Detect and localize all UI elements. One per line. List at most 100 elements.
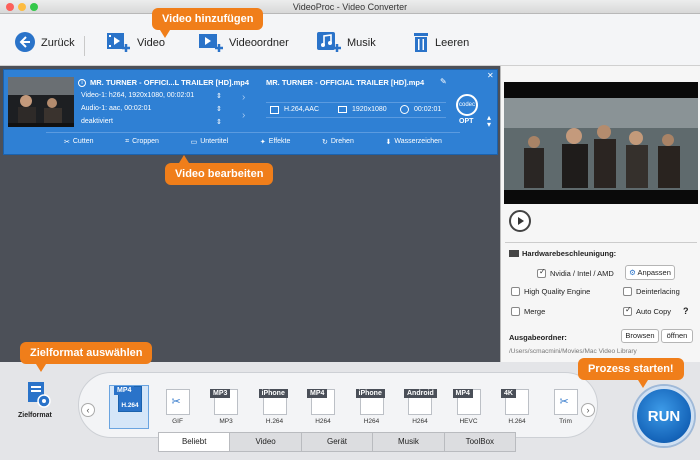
subtitle-track-dropdown-icon[interactable]: ⇕ [216, 118, 222, 126]
watermark-button[interactable]: ⬇ Wasserzeichen [385, 138, 441, 146]
format-tile[interactable]: MP4 H264 [303, 389, 343, 429]
tab-toolbox[interactable]: ToolBox [444, 432, 517, 452]
format-tile[interactable]: ✂ GIF [158, 389, 198, 429]
format-tag: MP4 [307, 389, 328, 398]
target-format-icon[interactable] [24, 380, 52, 410]
move-updown-icon[interactable]: ▴ ▾ [487, 114, 491, 129]
format-label: H.264 [121, 402, 139, 409]
merge-checkbox-box[interactable] [511, 307, 520, 316]
audio-track-info[interactable]: Audio-1: aac, 00:02:01 [81, 105, 151, 112]
high-quality-checkbox[interactable]: High Quality Engine [511, 287, 590, 296]
format-tile[interactable]: MP4 H.264 [109, 385, 149, 429]
format-tag: MP4 [114, 386, 135, 395]
callout-edit-video-text: Video bearbeiten [175, 168, 264, 180]
video-track-dropdown-icon[interactable]: ⇕ [216, 92, 222, 100]
callout-start-process: Prozess starten! [578, 358, 684, 388]
rotate-icon: ↻ [322, 138, 328, 146]
window-title: VideoProc - Video Converter [292, 2, 408, 12]
remove-file-close-icon[interactable]: ✕ [487, 71, 494, 80]
magic-wand-icon: ✦ [259, 138, 266, 146]
film-icon [270, 106, 279, 114]
format-label: Trim [559, 418, 572, 425]
format-label: H.264 [265, 418, 284, 425]
help-icon[interactable]: ? [683, 306, 689, 316]
crop-icon: ⌗ [125, 137, 130, 145]
adjust-button[interactable]: ⚙ Anpassen [625, 265, 675, 280]
format-tile[interactable]: iPhone H264 [352, 389, 392, 429]
trash-icon [412, 31, 430, 56]
rename-pencil-icon[interactable]: ✎ [440, 77, 447, 86]
file-list-panel: i MR. TURNER - OFFICI...L TRAILER [HD].m… [0, 66, 500, 362]
format-tag: 4K [501, 389, 516, 398]
prev-format-chevron-icon[interactable]: ‹ [81, 403, 95, 417]
back-button[interactable]: Zurück [14, 31, 75, 54]
cut-button[interactable]: ✂ Cutten [64, 138, 94, 146]
nvidia-label: Nvidia / Intel / AMD [550, 269, 614, 278]
format-tool-icon: ✂ [559, 396, 569, 408]
conversion-options: Hardwarebeschleunigung: ✓ Nvidia / Intel … [505, 242, 697, 360]
tab-video[interactable]: Video [230, 432, 302, 452]
output-path[interactable]: /Users/scmacmini/Movies/Mac Video Librar… [509, 348, 637, 355]
video-preview [504, 82, 698, 204]
hardware-chip-icon [509, 250, 519, 257]
format-tag: iPhone [355, 389, 385, 398]
deinterlacing-checkbox-box[interactable] [623, 287, 632, 296]
info-icon[interactable]: i [78, 79, 86, 87]
audio-track-dropdown-icon[interactable]: ⇕ [216, 105, 222, 113]
effects-button[interactable]: ✦ Effekte [260, 138, 291, 146]
autocopy-checkbox[interactable]: ✓ Auto Copy [623, 305, 671, 316]
video-track-info[interactable]: Video-1: h264, 1920x1080, 00:02:01 [81, 92, 194, 99]
cut-label: Cutten [72, 138, 94, 145]
format-label: MP3 [219, 418, 233, 425]
callout-start-process-text: Prozess starten! [588, 363, 674, 375]
tab-beliebt[interactable]: Beliebt [158, 432, 231, 452]
high-quality-label: High Quality Engine [524, 287, 591, 296]
merge-checkbox[interactable]: Merge [511, 307, 545, 316]
open-folder-button[interactable]: öffnen [661, 329, 693, 343]
format-label: H264 [412, 418, 428, 425]
deinterlacing-checkbox[interactable]: Deinterlacing [623, 287, 680, 296]
format-tile[interactable]: MP4 HEVC [449, 389, 489, 429]
format-tag: MP4 [452, 389, 473, 398]
crop-button[interactable]: ⌗ Croppen [125, 138, 159, 146]
toolbar: Zurück Video Videoordner Musik Leeren [0, 14, 700, 66]
tab-geraet[interactable]: Gerät [301, 432, 374, 452]
add-music-icon [316, 31, 342, 56]
arrow-right-icon: › [242, 92, 246, 103]
run-button[interactable]: RUN [634, 386, 694, 446]
clock-icon [400, 105, 409, 114]
add-folder-button[interactable]: Videoordner [198, 32, 289, 54]
format-tile[interactable]: iPhone H.264 [255, 389, 295, 429]
high-quality-checkbox-box[interactable] [511, 287, 520, 296]
format-tile[interactable]: Android H264 [400, 389, 440, 429]
rotate-button[interactable]: ↻ Drehen [322, 138, 354, 146]
subtitle-button[interactable]: ▭ Untertitel [191, 138, 229, 146]
add-music-button[interactable]: Musik [316, 31, 376, 56]
gear-icon: ⚙ [629, 268, 636, 277]
rotate-label: Drehen [330, 138, 354, 145]
file-item[interactable]: i MR. TURNER - OFFICI...L TRAILER [HD].m… [3, 69, 498, 155]
subtitle-track-info[interactable]: deaktiviert [81, 118, 113, 125]
tab-musik[interactable]: Musik [373, 432, 445, 452]
codec-settings-gear-icon[interactable]: codec [456, 94, 478, 116]
add-video-button[interactable]: Video [106, 32, 165, 54]
browse-button[interactable]: Browsen [621, 329, 659, 343]
format-tile[interactable]: MP3 MP3 [206, 389, 246, 429]
nvidia-checkbox-box[interactable]: ✓ [537, 267, 546, 278]
add-video-icon [106, 31, 132, 56]
target-codec: H.264,AAC [284, 106, 320, 113]
format-tile[interactable]: 4K H.264 [497, 389, 537, 429]
edit-toolbar: ✂ Cutten ⌗ Croppen ▭ Untertitel ✦ Effekte ↻ D… [46, 132, 460, 150]
callout-add-video: Video hinzufügen [152, 8, 264, 38]
add-folder-label: Videoordner [229, 37, 289, 49]
format-label: H264 [363, 418, 380, 425]
play-button[interactable] [509, 210, 531, 232]
hw-accel-title: Hardwarebeschleunigung: [522, 249, 617, 258]
format-tag: iPhone [258, 389, 288, 398]
format-tile[interactable]: ✂ Trim [546, 389, 586, 429]
nvidia-checkbox[interactable]: ✓ Nvidia / Intel / AMD [537, 267, 614, 278]
target-file-name: MR. TURNER - OFFICIAL TRAILER [HD].mp4 [266, 78, 425, 87]
clear-button[interactable]: Leeren [412, 32, 469, 54]
title-bar: VideoProc - Video Converter [0, 0, 700, 14]
autocopy-checkbox-box[interactable]: ✓ [623, 305, 632, 316]
